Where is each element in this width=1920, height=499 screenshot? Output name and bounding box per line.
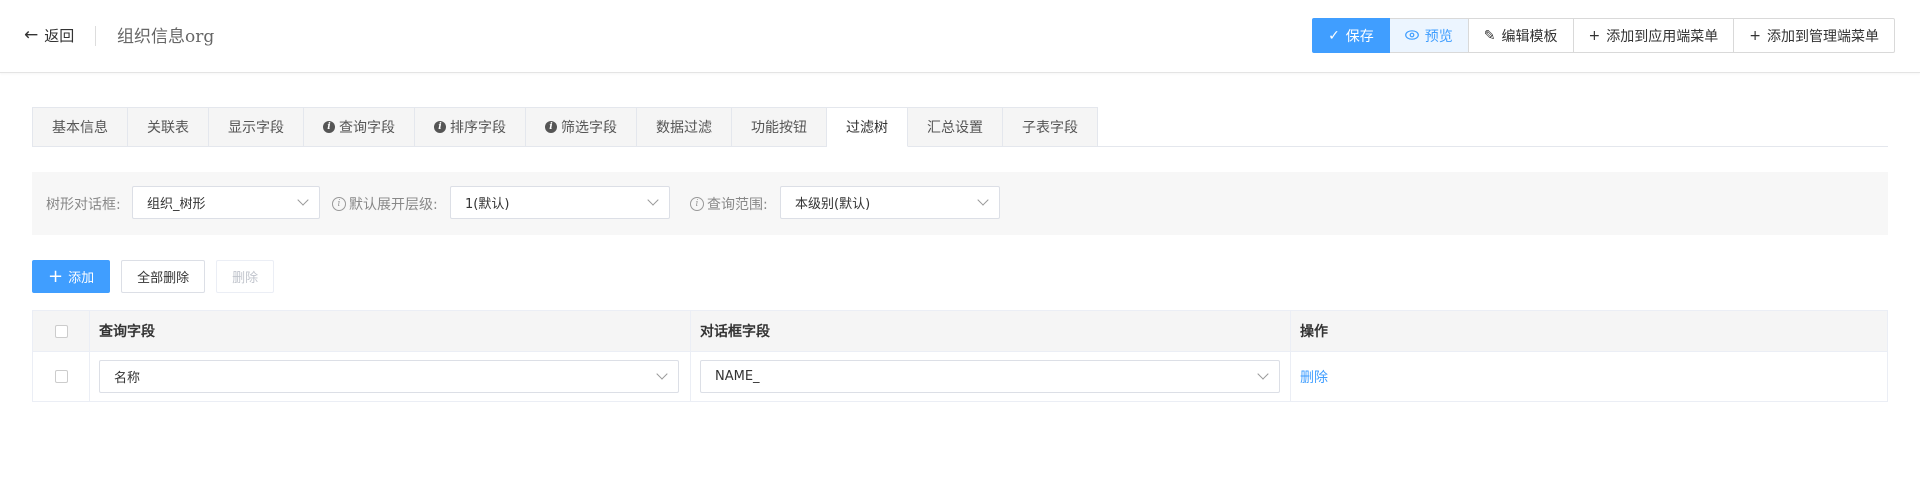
filter-tree-table: 查询字段 对话框字段 操作 名称 NAME_ 删除	[32, 310, 1888, 402]
query-field-select[interactable]: 名称	[99, 360, 679, 393]
add-label: 添加	[68, 271, 95, 286]
tab-sort-fields[interactable]: i 排序字段	[415, 107, 526, 147]
tab-function-buttons[interactable]: 功能按钮	[732, 107, 827, 147]
table-action-bar: + 添加 全部删除 删除	[32, 260, 285, 293]
top-bar: ← 返回 组织信息org ✓ 保存 预览 ✎ 编辑模板 + 添加到应用端菜单 +…	[0, 0, 1920, 73]
column-header-dialog-field: 对话框字段	[700, 324, 770, 340]
expand-level-value: 1(默认)	[465, 197, 510, 212]
column-header-query-field: 查询字段	[99, 324, 155, 340]
add-to-admin-menu-button[interactable]: + 添加到管理端菜单	[1734, 18, 1895, 53]
tab-label: 汇总设置	[927, 120, 983, 136]
tab-label: 显示字段	[228, 120, 284, 136]
chevron-down-icon	[297, 194, 309, 206]
info-icon: i	[323, 121, 335, 133]
tab-basic-info[interactable]: 基本信息	[32, 107, 128, 147]
preview-label: 预览	[1424, 28, 1453, 45]
delete-button[interactable]: 删除	[216, 260, 275, 293]
select-all-checkbox[interactable]	[54, 324, 68, 338]
delete-label: 删除	[232, 271, 259, 286]
table-header-row: 查询字段 对话框字段 操作	[33, 311, 1887, 351]
check-icon: ✓	[1328, 27, 1340, 44]
header-checkbox-cell	[33, 311, 90, 351]
tab-label: 过滤树	[846, 120, 888, 136]
delete-all-button[interactable]: 全部删除	[121, 260, 206, 293]
chevron-down-icon	[1257, 368, 1269, 380]
row-delete-link[interactable]: 删除	[1300, 367, 1328, 387]
page-title: 组织信息org	[117, 27, 215, 47]
query-scope-label-wrap: i 查询范围:	[690, 194, 768, 214]
chevron-down-icon	[647, 194, 659, 206]
plus-icon: +	[1588, 27, 1601, 44]
tab-label: 基本信息	[52, 120, 108, 136]
eye-icon	[1404, 28, 1419, 44]
info-circle-icon: i	[690, 197, 704, 211]
dialog-field-select[interactable]: NAME_	[700, 360, 1280, 393]
chevron-down-icon	[977, 194, 989, 206]
arrow-left-icon: ←	[24, 24, 39, 45]
plus-icon: +	[1749, 27, 1761, 44]
query-field-cell: 名称	[90, 352, 691, 401]
tree-dialog-select[interactable]: 组织_树形	[132, 186, 320, 219]
info-icon: i	[434, 121, 446, 133]
tree-dialog-value: 组织_树形	[147, 197, 206, 212]
tab-label: 子表字段	[1022, 120, 1078, 136]
plus-icon: +	[48, 265, 64, 287]
query-scope-value: 本级别(默认)	[795, 197, 871, 212]
tab-subtable-fields[interactable]: 子表字段	[1003, 107, 1098, 147]
info-icon: i	[545, 121, 557, 133]
preview-button[interactable]: 预览	[1389, 18, 1469, 53]
expand-level-label: 默认展开层级:	[349, 197, 438, 213]
save-button[interactable]: ✓ 保存	[1312, 18, 1390, 53]
expand-level-select[interactable]: 1(默认)	[450, 186, 670, 219]
row-checkbox-cell	[33, 352, 90, 401]
tab-related-table[interactable]: 关联表	[128, 107, 209, 147]
tab-display-fields[interactable]: 显示字段	[209, 107, 304, 147]
edit-template-label: 编辑模板	[1501, 28, 1558, 45]
save-label: 保存	[1345, 28, 1374, 45]
actions-cell: 删除	[1291, 352, 1887, 401]
pen-icon: ✎	[1483, 27, 1496, 44]
tree-dialog-label: 树形对话框:	[46, 197, 121, 213]
dialog-field-cell: NAME_	[691, 352, 1291, 401]
table-row: 名称 NAME_ 删除	[33, 351, 1887, 401]
tab-data-filter[interactable]: 数据过滤	[637, 107, 732, 147]
query-field-value: 名称	[114, 371, 141, 386]
add-to-app-menu-label: 添加到应用端菜单	[1606, 28, 1719, 45]
tab-bar: 基本信息 关联表 显示字段 i 查询字段 i 排序字段 i 筛选字段 数据过滤 功能按…	[32, 107, 1888, 147]
query-scope-label: 查询范围:	[707, 197, 768, 213]
add-to-admin-menu-label: 添加到管理端菜单	[1767, 28, 1879, 45]
info-circle-icon: i	[332, 197, 346, 211]
header-cell: 对话框字段	[691, 311, 1291, 351]
tab-filter-fields[interactable]: i 筛选字段	[526, 107, 637, 147]
header-button-group: ✓ 保存 预览 ✎ 编辑模板 + 添加到应用端菜单 + 添加到管理端菜单	[1312, 18, 1895, 53]
tab-filter-tree[interactable]: 过滤树	[827, 107, 908, 147]
expand-level-label-wrap: i 默认展开层级:	[332, 194, 438, 214]
dialog-field-value: NAME_	[715, 369, 760, 384]
back-button[interactable]: ← 返回	[24, 24, 74, 46]
edit-template-button[interactable]: ✎ 编辑模板	[1468, 18, 1574, 53]
filter-tree-settings-panel: 树形对话框: 组织_树形 i 默认展开层级: 1(默认) i 查询范围: 本级别…	[32, 172, 1888, 235]
tab-label: 排序字段	[450, 120, 506, 136]
back-label: 返回	[44, 26, 75, 45]
add-button[interactable]: + 添加	[32, 260, 111, 293]
tab-query-fields[interactable]: i 查询字段	[304, 107, 415, 147]
title-divider	[95, 26, 96, 46]
add-to-app-menu-button[interactable]: + 添加到应用端菜单	[1573, 18, 1735, 53]
tab-label: 查询字段	[339, 120, 395, 136]
header-cell: 操作	[1291, 311, 1887, 351]
tab-summary-settings[interactable]: 汇总设置	[908, 107, 1003, 147]
query-scope-select[interactable]: 本级别(默认)	[780, 186, 1000, 219]
tab-label: 功能按钮	[751, 120, 807, 136]
tab-label: 数据过滤	[656, 120, 712, 136]
row-checkbox[interactable]	[54, 370, 68, 383]
chevron-down-icon	[656, 368, 668, 380]
column-header-actions: 操作	[1300, 324, 1328, 340]
header-cell: 查询字段	[90, 311, 691, 351]
tab-label: 关联表	[147, 120, 189, 136]
delete-all-label: 全部删除	[137, 271, 190, 286]
tab-label: 筛选字段	[561, 120, 617, 136]
